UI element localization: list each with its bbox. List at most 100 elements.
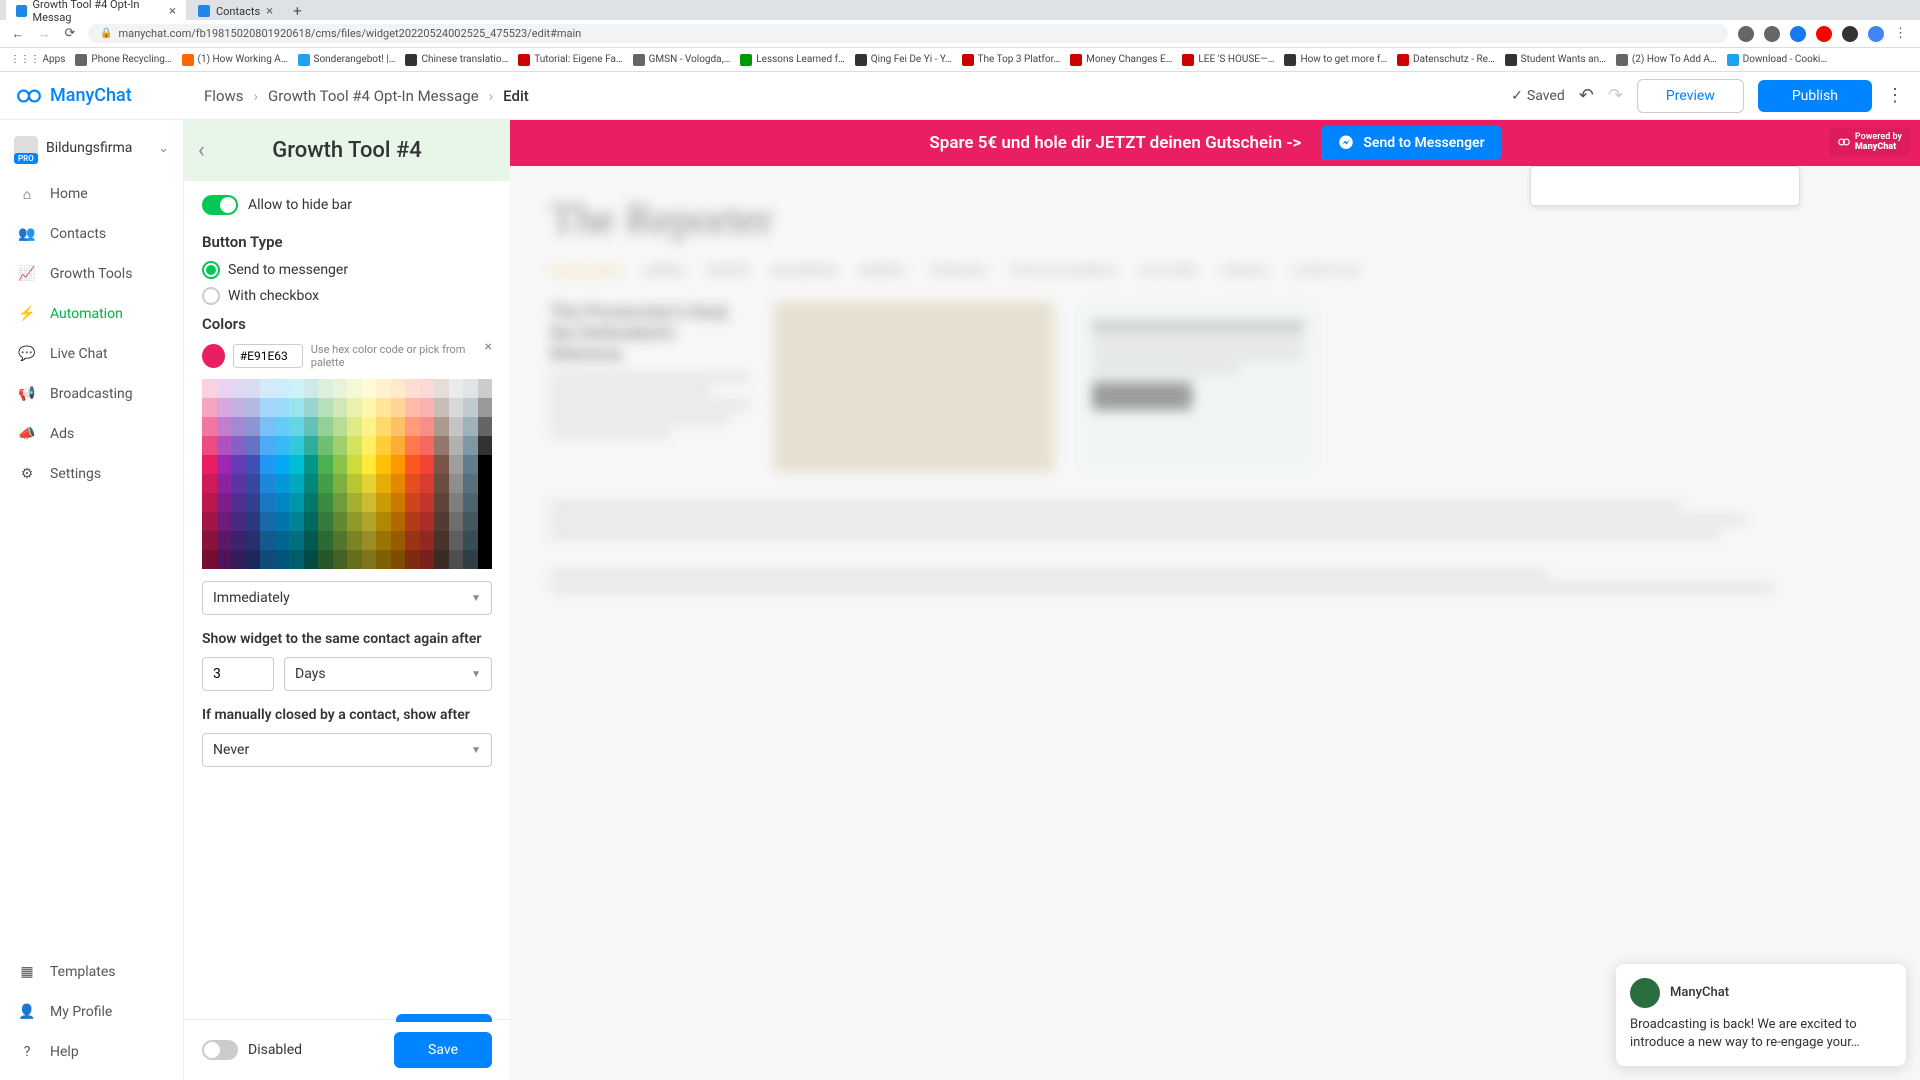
palette-cell[interactable] [231, 436, 246, 455]
bookmark-item[interactable]: The Top 3 Platfor… [962, 54, 1061, 66]
palette-cell[interactable] [405, 379, 420, 398]
palette-cell[interactable] [304, 550, 319, 569]
palette-cell[interactable] [391, 417, 406, 436]
palette-cell[interactable] [478, 455, 493, 474]
palette-cell[interactable] [231, 455, 246, 474]
sidebar-item-ads[interactable]: 📣Ads [0, 414, 183, 454]
palette-cell[interactable] [333, 436, 348, 455]
logo[interactable]: ManyChat [16, 83, 184, 109]
palette-cell[interactable] [304, 417, 319, 436]
palette-cell[interactable] [260, 550, 275, 569]
palette-cell[interactable] [420, 455, 435, 474]
palette-cell[interactable] [405, 417, 420, 436]
palette-cell[interactable] [376, 550, 391, 569]
menu-icon[interactable]: ⋮ [1894, 26, 1910, 42]
show-timing-select[interactable]: Immediately ▼ [202, 581, 492, 615]
palette-cell[interactable] [275, 436, 290, 455]
publish-button[interactable]: Publish [1758, 80, 1872, 112]
palette-cell[interactable] [347, 493, 362, 512]
palette-cell[interactable] [434, 474, 449, 493]
forward-icon[interactable]: → [36, 26, 52, 42]
palette-cell[interactable] [318, 550, 333, 569]
radio-with-checkbox[interactable]: With checkbox [202, 287, 492, 305]
palette-cell[interactable] [246, 474, 261, 493]
palette-cell[interactable] [304, 455, 319, 474]
palette-cell[interactable] [275, 379, 290, 398]
palette-cell[interactable] [202, 455, 217, 474]
reload-icon[interactable]: ⟳ [62, 26, 78, 42]
palette-cell[interactable] [449, 455, 464, 474]
palette-cell[interactable] [405, 455, 420, 474]
palette-cell[interactable] [202, 550, 217, 569]
palette-cell[interactable] [376, 531, 391, 550]
palette-cell[interactable] [318, 398, 333, 417]
palette-cell[interactable] [434, 531, 449, 550]
palette-cell[interactable] [449, 398, 464, 417]
palette-cell[interactable] [217, 474, 232, 493]
palette-cell[interactable] [202, 398, 217, 417]
palette-cell[interactable] [231, 493, 246, 512]
palette-cell[interactable] [275, 550, 290, 569]
palette-cell[interactable] [376, 455, 391, 474]
palette-cell[interactable] [391, 474, 406, 493]
url-input[interactable]: 🔒manychat.com/fb198150208019206​18/cms/f… [88, 24, 1728, 43]
palette-cell[interactable] [202, 436, 217, 455]
palette-cell[interactable] [217, 550, 232, 569]
sidebar-item-help[interactable]: ?Help [0, 1032, 183, 1072]
back-arrow-icon[interactable]: ‹ [198, 138, 205, 163]
palette-cell[interactable] [304, 436, 319, 455]
color-swatch[interactable] [202, 344, 225, 368]
palette-cell[interactable] [449, 531, 464, 550]
show-again-unit-select[interactable]: Days ▼ [284, 657, 492, 691]
palette-cell[interactable] [260, 455, 275, 474]
sidebar-item-broadcasting[interactable]: 📢Broadcasting [0, 374, 183, 414]
palette-cell[interactable] [333, 493, 348, 512]
palette-cell[interactable] [463, 474, 478, 493]
palette-cell[interactable] [347, 417, 362, 436]
palette-cell[interactable] [376, 398, 391, 417]
palette-cell[interactable] [376, 379, 391, 398]
palette-cell[interactable] [289, 379, 304, 398]
palette-cell[interactable] [362, 398, 377, 417]
palette-cell[interactable] [347, 436, 362, 455]
sidebar-item-live-chat[interactable]: 💬Live Chat [0, 334, 183, 374]
palette-cell[interactable] [289, 512, 304, 531]
crumb-flows[interactable]: Flows [204, 87, 244, 105]
close-icon[interactable]: × [169, 4, 176, 19]
palette-cell[interactable] [463, 493, 478, 512]
palette-cell[interactable] [449, 493, 464, 512]
palette-cell[interactable] [333, 550, 348, 569]
bookmark-item[interactable]: Chinese translatio… [405, 54, 508, 66]
send-to-messenger-button[interactable]: Send to Messenger [1321, 126, 1500, 160]
palette-cell[interactable] [434, 455, 449, 474]
palette-cell[interactable] [478, 436, 493, 455]
crumb-growth-tool[interactable]: Growth Tool #4 Opt-In Message [268, 87, 479, 105]
palette-cell[interactable] [246, 550, 261, 569]
palette-cell[interactable] [405, 474, 420, 493]
palette-cell[interactable] [217, 436, 232, 455]
bookmark-item[interactable]: Sonderangebot! |… [298, 54, 396, 66]
notification-toast[interactable]: ManyChat Broadcasting is back! We are ex… [1616, 964, 1906, 1066]
palette-cell[interactable] [478, 398, 493, 417]
palette-cell[interactable] [347, 531, 362, 550]
disabled-toggle[interactable] [202, 1040, 238, 1060]
palette-cell[interactable] [463, 417, 478, 436]
palette-cell[interactable] [217, 417, 232, 436]
palette-cell[interactable] [318, 417, 333, 436]
sidebar-item-home[interactable]: ⌂Home [0, 174, 183, 214]
bookmark-item[interactable]: Tutorial: Eigene Fa… [518, 54, 622, 66]
ext-icon[interactable] [1842, 26, 1858, 42]
bookmark-item[interactable]: Lessons Learned f… [740, 54, 845, 66]
redo-icon[interactable]: ↷ [1608, 85, 1623, 106]
palette-cell[interactable] [202, 512, 217, 531]
palette-cell[interactable] [362, 455, 377, 474]
ext-icon[interactable] [1790, 26, 1806, 42]
bookmark-item[interactable]: Download - Cooki… [1727, 54, 1827, 66]
palette-cell[interactable] [463, 531, 478, 550]
apps-icon[interactable]: ⋮⋮⋮ Apps [10, 54, 65, 65]
palette-cell[interactable] [275, 398, 290, 417]
palette-cell[interactable] [434, 436, 449, 455]
palette-cell[interactable] [217, 512, 232, 531]
palette-cell[interactable] [260, 474, 275, 493]
palette-cell[interactable] [333, 398, 348, 417]
